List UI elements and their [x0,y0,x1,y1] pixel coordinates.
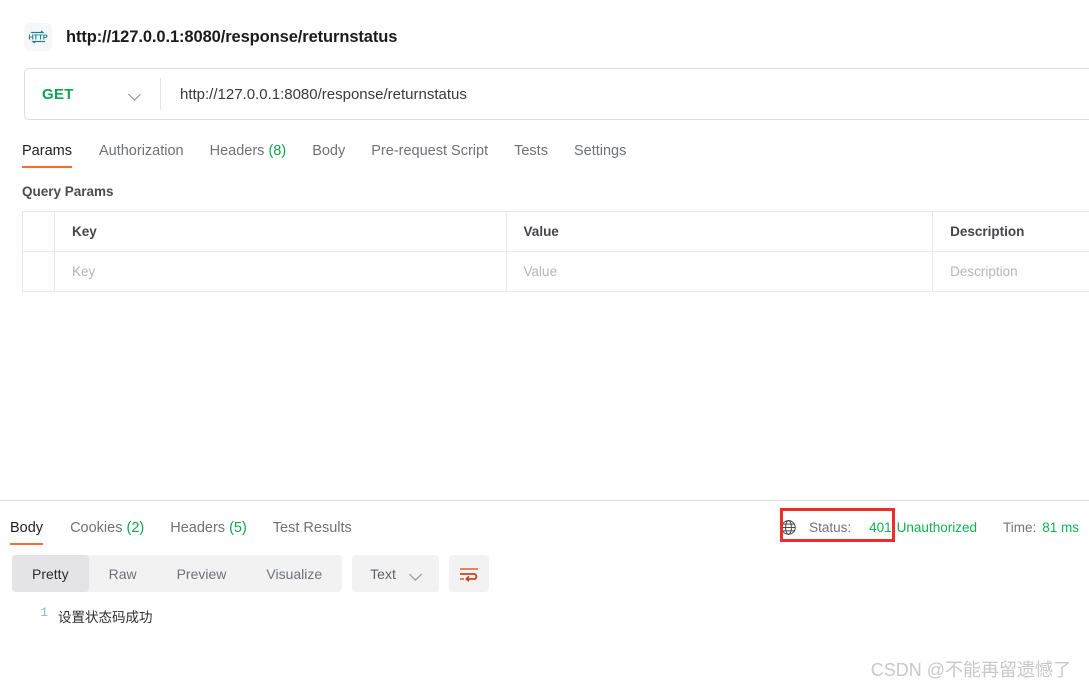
select-all-checkbox-cell[interactable] [23,212,55,251]
tab-tests-label: Tests [514,143,548,159]
tab-settings[interactable]: Settings [561,143,639,168]
tab-response-body[interactable]: Body [10,520,57,545]
column-header-value: Value [507,212,934,251]
table-header-row: Key Value Description [23,212,1089,252]
tab-authorization-label: Authorization [98,143,184,159]
http-icon: HTTP [24,23,52,51]
status-label: Status: [809,520,852,535]
http-method-label: GET [42,85,74,103]
tab-test-results-label: Test Results [272,520,352,536]
response-body-line: 设置状态码成功 [58,610,153,625]
response-format-selector[interactable]: Text [352,555,439,592]
chevron-down-icon [410,570,423,578]
tab-response-cookies[interactable]: Cookies (2) [57,520,157,545]
tab-response-cookies-count: (2) [126,520,145,536]
request-url-bar: GET [24,68,1089,120]
tab-headers[interactable]: Headers (8) [197,143,300,168]
status-text: Unauthorized [896,520,977,535]
tab-pre-request-script[interactable]: Pre-request Script [358,143,501,168]
row-checkbox-cell[interactable] [23,252,55,291]
view-mode-raw[interactable]: Raw [89,555,157,592]
tab-params[interactable]: Params [22,143,86,168]
tab-headers-count: (8) [268,143,287,159]
response-tabs: Body Cookies (2) Headers (5) Test Result… [0,501,1089,545]
watermark: CSDN @不能再留遗憾了 [870,660,1071,680]
response-status-bar: Status: 401 Unauthorized Time: 81 ms [780,519,1079,536]
tab-settings-label: Settings [573,143,627,159]
word-wrap-button[interactable] [448,555,489,592]
tab-response-headers[interactable]: Headers (5) [157,520,260,545]
view-mode-preview[interactable]: Preview [157,555,247,592]
view-mode-preview-label: Preview [176,565,227,582]
response-view-mode-group: Pretty Raw Preview Visualize [12,555,343,592]
svg-text:HTTP: HTTP [28,33,47,42]
request-url-input[interactable] [161,85,1089,103]
view-mode-visualize[interactable]: Visualize [246,555,342,592]
tab-response-cookies-label: Cookies [70,520,123,536]
line-number: 1 [40,606,48,620]
param-value-input[interactable]: Value [507,252,934,291]
tab-response-headers-label: Headers [170,520,226,536]
view-mode-pretty-label: Pretty [32,565,69,582]
view-mode-raw-label: Raw [108,565,137,582]
tab-headers-label: Headers [209,143,265,159]
view-mode-visualize-label: Visualize [266,565,323,582]
column-header-key: Key [55,212,507,251]
param-key-input[interactable]: Key [55,252,507,291]
tab-body[interactable]: Body [299,143,358,168]
request-bar-container: GET [0,60,1089,120]
page-title: http://127.0.0.1:8080/response/returnsta… [66,27,398,46]
column-header-description: Description [933,212,1089,251]
tab-response-headers-count: (5) [229,520,247,536]
response-panel: Body Cookies (2) Headers (5) Test Result… [0,501,1089,626]
window-titlebar: HTTP http://127.0.0.1:8080/response/retu… [0,0,1089,60]
response-body-viewer[interactable]: 1 设置状态码成功 [0,606,1089,626]
response-format-label: Text [370,565,396,582]
tab-authorization[interactable]: Authorization [86,143,197,168]
chevron-down-icon [129,90,142,98]
globe-icon [781,520,796,535]
query-params-table: Key Value Description Key Value Descript… [22,211,1089,292]
tab-pre-request-script-label: Pre-request Script [371,143,489,159]
status-code: 401 [869,520,892,535]
response-view-toolbar: Pretty Raw Preview Visualize Text [0,555,1089,592]
query-params-heading: Query Params [22,184,114,199]
request-tabs: Params Authorization Headers (8) Body Pr… [0,130,1089,168]
param-description-input[interactable]: Description [933,252,1089,291]
tab-test-results[interactable]: Test Results [260,520,365,545]
tab-response-body-label: Body [10,520,44,536]
tab-params-label: Params [22,143,72,159]
view-mode-pretty[interactable]: Pretty [12,555,89,592]
time-value: 81 ms [1042,520,1079,535]
word-wrap-icon [459,567,478,582]
http-method-selector[interactable]: GET [25,69,160,119]
tab-tests[interactable]: Tests [501,143,561,168]
time-label: Time: [1002,520,1037,535]
tab-body-label: Body [312,143,346,159]
table-row: Key Value Description [23,252,1089,292]
